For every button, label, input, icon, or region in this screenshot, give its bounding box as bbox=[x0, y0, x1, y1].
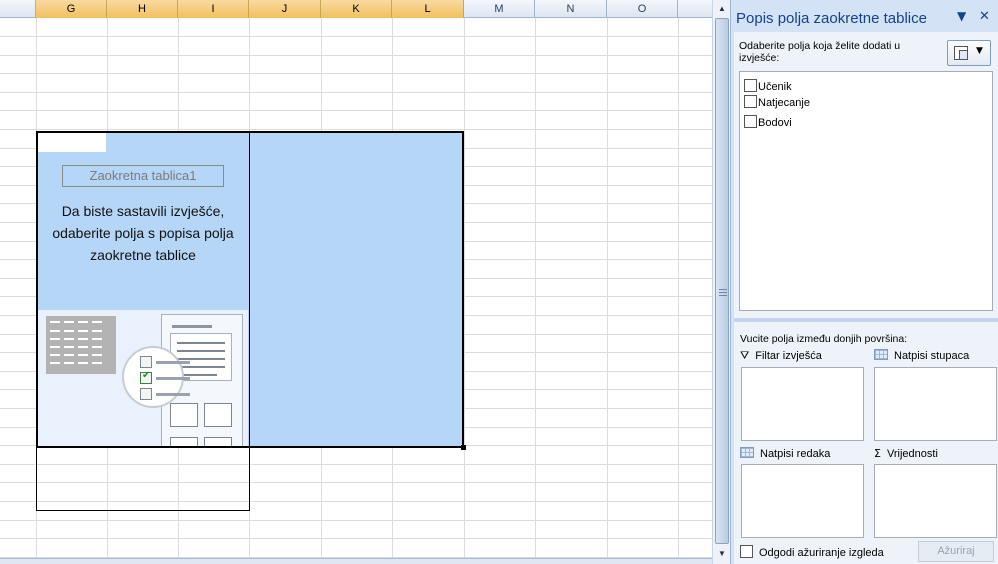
column-labels-header: Natpisi stupaca bbox=[874, 349, 969, 362]
field-item-bodovi[interactable]: Bodovi bbox=[744, 115, 792, 131]
column-labels-drop-area[interactable] bbox=[874, 367, 997, 441]
column-header-l[interactable]: L bbox=[392, 0, 464, 18]
vertical-scrollbar[interactable]: ▲ ▼ bbox=[712, 0, 730, 564]
fill-handle[interactable] bbox=[461, 445, 466, 450]
column-header-j[interactable]: J bbox=[249, 0, 321, 18]
field-label: Bodovi bbox=[758, 117, 792, 129]
column-header-i[interactable]: I bbox=[178, 0, 249, 18]
field-item-ucenik[interactable]: Učenik bbox=[744, 79, 792, 95]
checkbox[interactable] bbox=[740, 545, 753, 558]
column-gridline bbox=[464, 18, 465, 564]
report-filter-header: ⛛ Filtar izvješća bbox=[740, 349, 822, 363]
field-item-natjecanje[interactable]: Natjecanje bbox=[744, 95, 810, 111]
column-header-o[interactable]: O bbox=[607, 0, 678, 18]
chevron-down-icon: ▼ bbox=[976, 46, 983, 56]
values-drop-area[interactable] bbox=[874, 464, 997, 538]
column-header-f-partial[interactable] bbox=[0, 0, 36, 18]
funnel-icon: ⛛ bbox=[740, 349, 750, 362]
column-header-k[interactable]: K bbox=[321, 0, 392, 18]
table-grid-icon bbox=[874, 349, 888, 360]
field-checkbox[interactable] bbox=[744, 95, 757, 108]
pivot-field-list-pane: Popis polja zaokretne tablice ▼ ✕ Odaber… bbox=[730, 0, 998, 564]
column-header-h[interactable]: H bbox=[107, 0, 178, 18]
report-filter-drop-area[interactable] bbox=[741, 367, 864, 441]
worksheet[interactable]: G H I J K L M N O Zaokretna tablica1 Da … bbox=[0, 0, 712, 564]
update-button[interactable]: Ažuriraj bbox=[918, 541, 994, 562]
horizontal-scrollbar[interactable] bbox=[0, 558, 712, 564]
table-grid-icon bbox=[740, 447, 754, 458]
column-header-n[interactable]: N bbox=[535, 0, 607, 18]
field-list-layout-icon bbox=[954, 46, 968, 60]
column-labels-label: Natpisi stupaca bbox=[894, 350, 970, 362]
column-header-bar: G H I J K L M N O bbox=[0, 0, 712, 18]
column-header-p-partial[interactable] bbox=[678, 0, 712, 18]
row-labels-drop-area[interactable] bbox=[741, 464, 864, 538]
row-labels-header: Natpisi redaka bbox=[740, 447, 830, 460]
grip-icon bbox=[719, 289, 727, 296]
field-label: Natjecanje bbox=[758, 97, 810, 109]
dropdown-triangle-icon[interactable]: ▼ bbox=[957, 9, 966, 23]
defer-layout-label: Odgodi ažuriranje izgleda bbox=[759, 547, 884, 559]
drag-fields-label: Vucite polja između donjih površina: bbox=[740, 333, 908, 345]
pane-title: Popis polja zaokretne tablice bbox=[736, 10, 927, 27]
defer-layout-update-checkbox[interactable]: Odgodi ažuriranje izgleda bbox=[740, 545, 884, 559]
choose-fields-label: Odaberite polja koja želite dodati u izv… bbox=[739, 40, 901, 64]
values-label: Vrijednosti bbox=[886, 448, 938, 460]
scroll-up-arrow-icon[interactable]: ▲ bbox=[715, 1, 729, 17]
field-label: Učenik bbox=[758, 81, 792, 93]
column-header-m[interactable]: M bbox=[464, 0, 535, 18]
column-header-g[interactable]: G bbox=[36, 0, 107, 18]
close-icon[interactable]: ✕ bbox=[979, 9, 990, 24]
placeholder-column-outline bbox=[36, 131, 250, 511]
field-list: Učenik Natjecanje Bodovi bbox=[739, 71, 993, 311]
scrollbar-thumb[interactable] bbox=[715, 18, 729, 544]
values-header: Σ Vrijednosti bbox=[874, 447, 938, 460]
column-gridline bbox=[678, 18, 679, 564]
row-labels-label: Natpisi redaka bbox=[760, 448, 831, 460]
field-checkbox[interactable] bbox=[744, 79, 757, 92]
field-list-layout-button[interactable]: ▼ bbox=[947, 40, 991, 66]
column-gridline bbox=[535, 18, 536, 564]
field-checkbox[interactable] bbox=[744, 115, 757, 128]
column-gridline bbox=[607, 18, 608, 564]
scroll-down-arrow-icon[interactable]: ▼ bbox=[715, 546, 729, 562]
report-filter-label: Filtar izvješća bbox=[755, 350, 822, 362]
sigma-icon: Σ bbox=[874, 447, 881, 460]
